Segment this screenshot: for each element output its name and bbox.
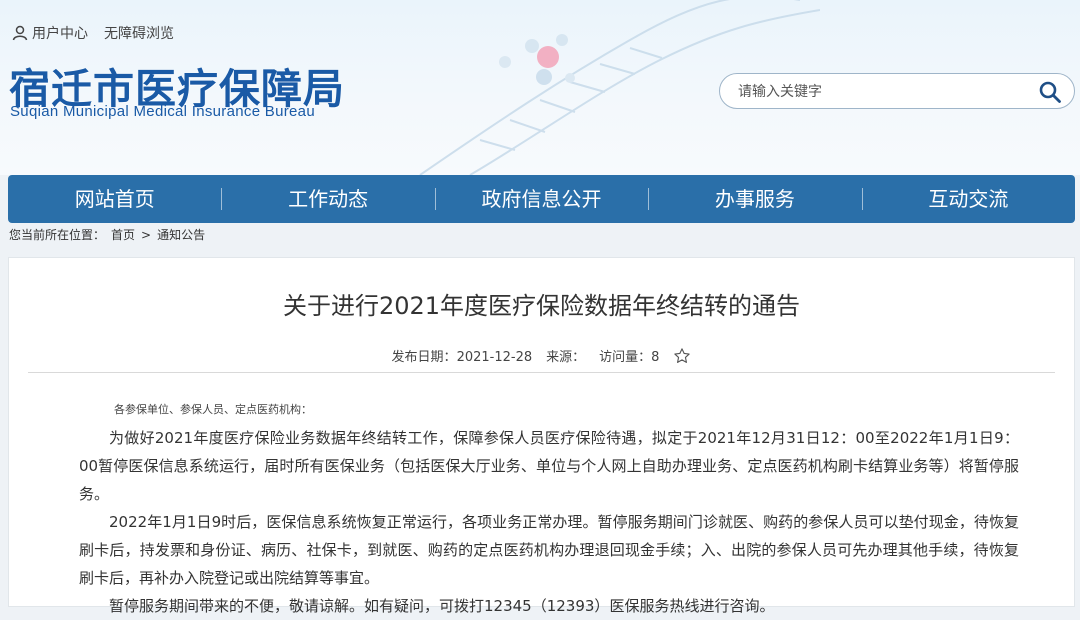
search-button[interactable] bbox=[1038, 80, 1062, 108]
breadcrumb-home-link[interactable]: 首页 bbox=[111, 226, 135, 243]
salutation: 各参保单位、参保人员、定点医药机构： bbox=[114, 403, 312, 416]
paragraph: 为做好2021年度医疗保险业务数据年终结转工作，保障参保人员医疗保险待遇，拟定于… bbox=[79, 429, 1019, 503]
paragraph: 2022年1月1日9时后，医保信息系统恢复正常运行，各项业务正常办理。暂停服务期… bbox=[79, 513, 1019, 587]
nav-item-gov-info[interactable]: 政府信息公开 bbox=[434, 175, 648, 223]
article-title: 关于进行2021年度医疗保险数据年终结转的通告 bbox=[282, 292, 801, 320]
nav-item-work-news[interactable]: 工作动态 bbox=[221, 175, 434, 223]
favorite-button[interactable] bbox=[673, 347, 691, 365]
source-label: 来源： bbox=[546, 350, 586, 365]
publish-date-label: 发布日期： bbox=[391, 350, 457, 365]
accessibility-link[interactable]: 无障碍浏览 bbox=[104, 23, 174, 43]
view-count-value: 8 bbox=[651, 350, 660, 365]
logo-title-en: Suqian Municipal Medical Insurance Burea… bbox=[10, 103, 315, 120]
search-input[interactable] bbox=[736, 80, 1030, 104]
breadcrumb-prefix: 您当前所在位置： bbox=[9, 228, 106, 242]
article-meta: 发布日期：2021-12-28 来源： 访问量：8 bbox=[9, 346, 1074, 365]
breadcrumb: 您当前所在位置： 首页 > 通知公告 bbox=[9, 226, 205, 243]
search-box bbox=[719, 73, 1075, 109]
publish-date-value: 2021-12-28 bbox=[456, 350, 533, 365]
title-divider bbox=[28, 372, 1055, 373]
view-count-label: 访问量： bbox=[599, 350, 652, 365]
nav-item-services[interactable]: 办事服务 bbox=[648, 175, 861, 223]
user-icon bbox=[12, 25, 28, 41]
article-panel: 关于进行2021年度医疗保险数据年终结转的通告 发布日期：2021-12-28 … bbox=[8, 257, 1075, 615]
star-icon bbox=[674, 347, 691, 363]
user-center-link[interactable]: 用户中心 bbox=[12, 23, 88, 43]
source: 来源： bbox=[546, 346, 585, 365]
nav-item-home[interactable]: 网站首页 bbox=[8, 175, 221, 223]
nav-item-interaction[interactable]: 互动交流 bbox=[861, 175, 1075, 223]
article-body: 为做好2021年度医疗保险业务数据年终结转工作，保障参保人员医疗保险待遇，拟定于… bbox=[79, 424, 1019, 620]
site-header: 用户中心 无障碍浏览 宿迁市医疗保障局 Suqian Municipal Med… bbox=[0, 0, 1080, 175]
publish-date: 发布日期：2021-12-28 bbox=[392, 346, 533, 365]
view-count: 访问量：8 bbox=[599, 346, 659, 365]
breadcrumb-separator: > bbox=[141, 227, 152, 242]
search-icon bbox=[1039, 81, 1061, 103]
breadcrumb-current-link[interactable]: 通知公告 bbox=[157, 226, 205, 243]
main-nav: 网站首页 工作动态 政府信息公开 办事服务 互动交流 bbox=[8, 175, 1075, 223]
paragraph: 暂停服务期间带来的不便，敬请谅解。如有疑问，可拨打12345（12393）医保服… bbox=[109, 597, 775, 615]
user-center-label: 用户中心 bbox=[32, 26, 88, 42]
